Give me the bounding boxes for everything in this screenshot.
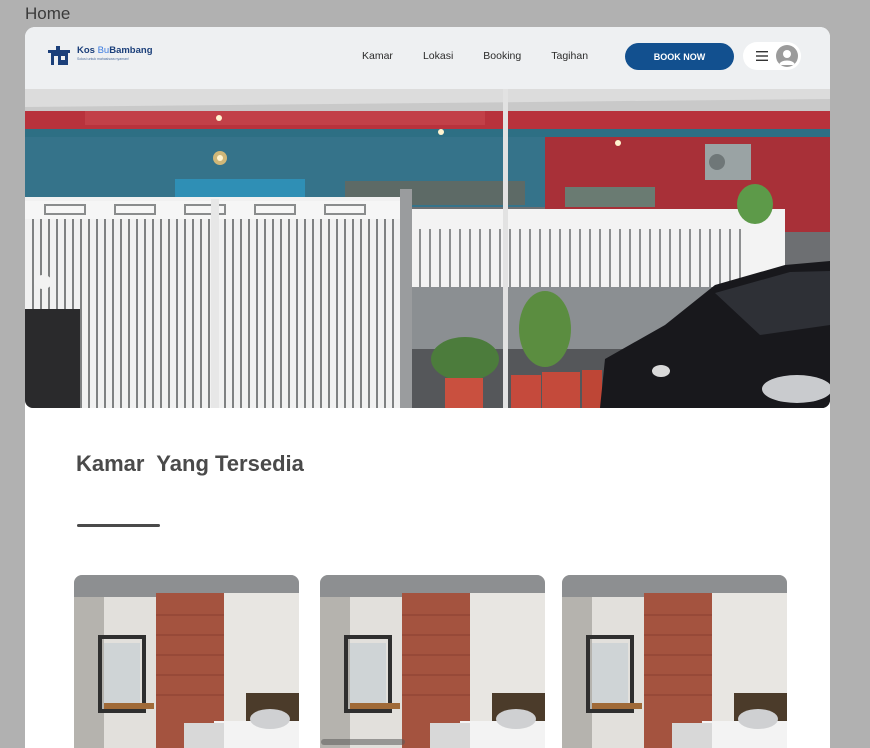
brand-tagline: Solusi untuk mahasiswa nyaman!: [77, 56, 129, 61]
room-card[interactable]: [320, 575, 545, 748]
navbar: Kos BuBambang Solusi untuk mahasiswa nya…: [25, 27, 830, 89]
nav-links: Kamar Lokasi Booking Tagihan: [362, 50, 618, 62]
nav-link-tagihan[interactable]: Tagihan: [551, 50, 588, 62]
room-card[interactable]: [74, 575, 299, 748]
page-label: Home: [25, 4, 71, 23]
hamburger-icon: [756, 51, 768, 61]
title-underline: [77, 524, 160, 527]
nav-link-booking[interactable]: Booking: [483, 50, 521, 62]
browser-frame: Kos BuBambang Solusi untuk mahasiswa nya…: [25, 27, 830, 748]
scroll-indicator[interactable]: [321, 739, 405, 745]
section-title: Kamar Yang Tersedia: [76, 451, 304, 476]
nav-link-lokasi[interactable]: Lokasi: [423, 50, 453, 62]
house-logo-icon: [48, 46, 70, 65]
book-now-button[interactable]: BOOK NOW: [625, 43, 734, 70]
boarding-house-photo: [25, 89, 830, 408]
user-avatar-icon: [776, 45, 798, 67]
room-card[interactable]: [562, 575, 787, 748]
brand-name: Kos BuBambang: [77, 45, 153, 56]
user-menu-button[interactable]: [743, 42, 801, 70]
room-photo: [320, 575, 545, 748]
brand-logo[interactable]: Kos BuBambang Solusi untuk mahasiswa nya…: [48, 46, 153, 66]
room-photo: [562, 575, 787, 748]
nav-link-kamar[interactable]: Kamar: [362, 50, 393, 62]
room-photo: [74, 575, 299, 748]
hero-image: [25, 89, 830, 408]
